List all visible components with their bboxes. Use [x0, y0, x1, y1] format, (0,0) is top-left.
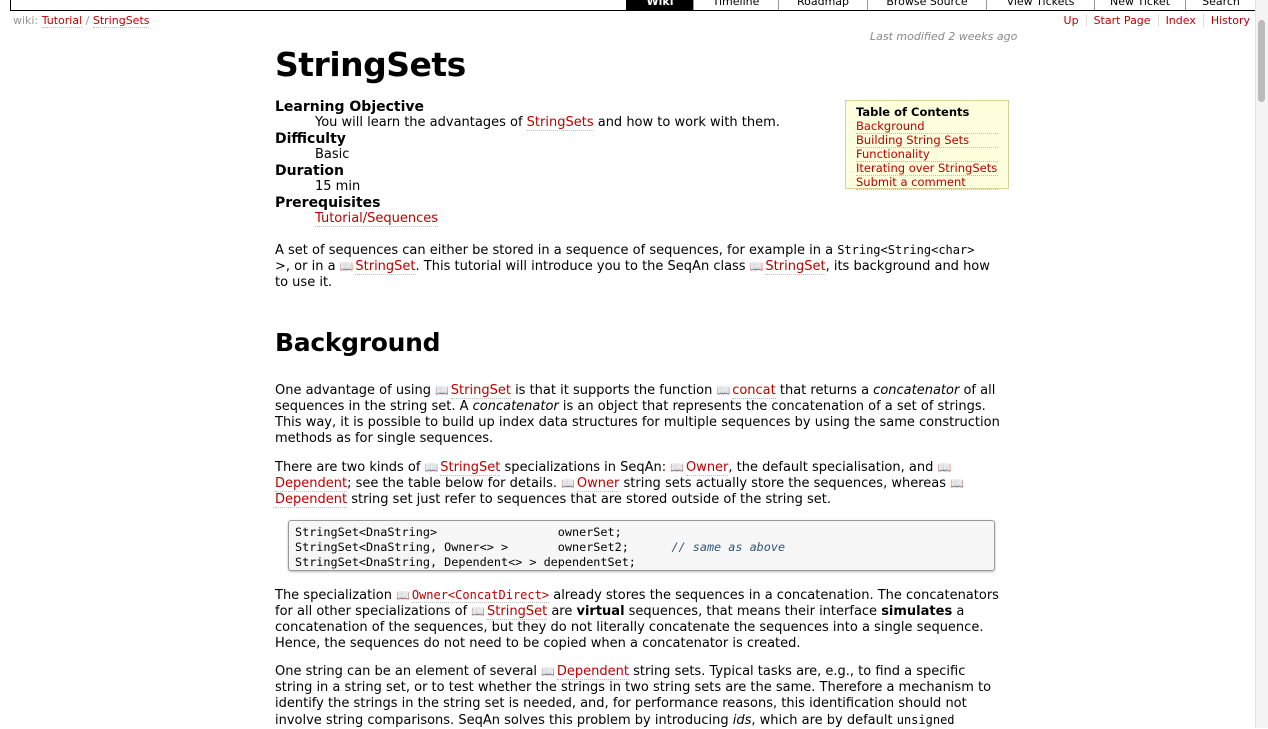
owner-link[interactable]: Owner: [685, 460, 729, 476]
nav-view-tickets[interactable]: View Tickets: [986, 0, 1094, 10]
up-link[interactable]: Up: [1057, 14, 1079, 27]
owner-concatdirect-link[interactable]: Owner<ConcatDirect>: [411, 588, 550, 603]
toc-item-submit-comment[interactable]: Submit a comment: [856, 176, 998, 190]
prerequisites-value: Tutorial/Sequences: [315, 211, 780, 227]
paragraph-specializations: There are two kinds of 📖 StringSet specia…: [275, 460, 964, 508]
tutorial-sequences-link[interactable]: Tutorial/Sequences: [315, 211, 439, 227]
owner-link[interactable]: Owner: [576, 476, 620, 492]
context-navigation: Up Start Page Index History: [1050, 14, 1250, 27]
book-icon: 📖: [561, 477, 575, 490]
book-icon: 📖: [937, 461, 952, 474]
table-of-contents: Table of Contents Background Building St…: [845, 100, 1009, 190]
stringset-link[interactable]: StringSet: [440, 460, 501, 476]
concat-link[interactable]: concat: [732, 383, 776, 399]
inline-code: String<String<char>: [837, 243, 975, 257]
index-link[interactable]: Index: [1157, 14, 1196, 27]
book-icon: 📖: [471, 605, 486, 618]
toc-item-functionality[interactable]: Functionality: [856, 148, 998, 162]
book-icon: 📖: [396, 589, 410, 602]
last-modified: Last modified 2 weeks ago: [870, 30, 1018, 43]
book-icon: 📖: [670, 461, 684, 474]
tutorial-meta: Learning Objective You will learn the ad…: [275, 99, 780, 227]
page-title: StringSets: [275, 45, 466, 84]
difficulty-label: Difficulty: [275, 131, 346, 147]
stringsets-link[interactable]: StringSets: [526, 115, 594, 131]
code-comment: // same as above: [671, 540, 786, 554]
breadcrumb-tutorial-link[interactable]: Tutorial: [41, 14, 83, 28]
paragraph-ids: One string can be an element of several …: [275, 664, 992, 728]
nav-new-ticket[interactable]: New Ticket: [1094, 0, 1185, 10]
breadcrumb-stringsets-link[interactable]: StringSets: [92, 14, 150, 28]
history-link[interactable]: History: [1202, 14, 1250, 27]
code-line-1: StringSet<DnaString> ownerSet;: [295, 525, 622, 539]
book-icon: 📖: [424, 461, 439, 474]
code-line-2: StringSet<DnaString, Owner<> > ownerSet2…: [295, 540, 672, 554]
vertical-scrollbar[interactable]: [1255, 0, 1268, 728]
code-block: StringSet<DnaString> ownerSet; StringSet…: [288, 520, 995, 571]
code-line-3: StringSet<DnaString, Dependent<> > depen…: [295, 555, 636, 569]
book-icon: 📖: [435, 384, 449, 397]
learning-objective-label: Learning Objective: [275, 99, 425, 115]
stringset-link[interactable]: StringSet: [765, 259, 826, 275]
nav-search[interactable]: Search: [1185, 0, 1256, 10]
stringset-link[interactable]: StringSet: [487, 604, 548, 620]
stringset-link[interactable]: StringSet: [355, 259, 416, 275]
nav-browse-source[interactable]: Browse Source: [867, 0, 986, 10]
main-navigation: Wiki Timeline Roadmap Browse Source View…: [10, 0, 1257, 11]
toc-heading: Table of Contents: [856, 105, 970, 119]
book-icon: 📖: [716, 384, 731, 397]
dependent-link[interactable]: Dependent: [275, 492, 348, 508]
toc-item-building-string-sets[interactable]: Building String Sets: [856, 134, 998, 148]
book-icon: 📖: [950, 477, 964, 490]
intro-paragraph: A set of sequences can either be stored …: [275, 243, 990, 290]
start-page-link[interactable]: Start Page: [1085, 14, 1151, 27]
duration-label: Duration: [275, 163, 345, 179]
dependent-link[interactable]: Dependent: [275, 476, 348, 492]
paragraph-concatdirect: The specialization 📖 Owner<ConcatDirect> …: [275, 588, 999, 651]
scrollbar-thumb[interactable]: [1258, 20, 1265, 102]
difficulty-value: Basic: [315, 147, 350, 162]
toc-item-iterating[interactable]: Iterating over StringSets: [856, 162, 998, 176]
breadcrumb-separator: /: [85, 14, 90, 27]
nav-roadmap[interactable]: Roadmap: [778, 0, 867, 10]
breadcrumb: wiki: Tutorial / StringSets: [13, 14, 150, 28]
prerequisites-label: Prerequisites: [275, 195, 381, 211]
book-icon: 📖: [339, 260, 354, 273]
book-icon: 📖: [749, 260, 764, 273]
nav-wiki[interactable]: Wiki: [626, 0, 693, 10]
learning-objective-value: You will learn the advantages of StringS…: [315, 115, 780, 131]
stringset-link[interactable]: StringSet: [450, 383, 511, 399]
background-heading: Background: [275, 328, 441, 357]
dependent-link[interactable]: Dependent: [556, 664, 629, 680]
breadcrumb-prefix: wiki:: [13, 14, 39, 27]
toc-item-background[interactable]: Background: [856, 120, 998, 134]
book-icon: 📖: [541, 665, 555, 678]
paragraph-concat: One advantage of using 📖 StringSet is tha…: [275, 383, 1000, 446]
duration-value: 15 min: [315, 179, 361, 194]
nav-timeline[interactable]: Timeline: [693, 0, 778, 10]
